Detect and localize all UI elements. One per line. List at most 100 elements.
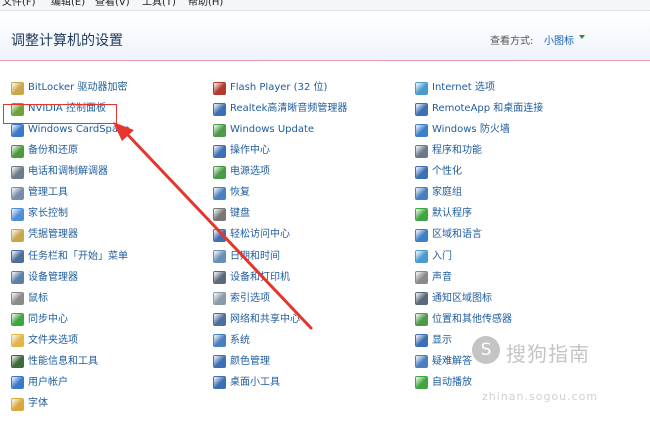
- menu-view[interactable]: 查看(V): [95, 0, 130, 10]
- fonts-icon: [11, 397, 24, 411]
- control-panel-item-label: 凭据管理器: [28, 229, 78, 241]
- control-panel-item[interactable]: 轻松访问中心: [213, 227, 290, 243]
- menu-file[interactable]: 文件(F): [2, 0, 36, 10]
- color-management-icon: [213, 355, 226, 369]
- control-panel-item[interactable]: BitLocker 驱动器加密: [11, 80, 127, 96]
- sogou-logo-icon: S: [472, 336, 500, 364]
- page-title: 调整计算机的设置: [11, 33, 123, 49]
- control-panel-item[interactable]: 声音: [415, 270, 452, 286]
- control-panel-item[interactable]: 备份和还原: [11, 143, 78, 159]
- menu-tools[interactable]: 工具(T): [142, 0, 176, 10]
- flash-player-icon: [213, 81, 226, 95]
- control-panel-item[interactable]: 管理工具: [11, 185, 68, 201]
- control-panel-item[interactable]: Internet 选项: [415, 80, 495, 96]
- troubleshooting-icon: [415, 355, 428, 369]
- realtek-audio-icon: [213, 102, 226, 116]
- control-panel-item[interactable]: 文件夹选项: [11, 333, 78, 349]
- action-center-icon: [213, 144, 226, 158]
- menu-edit[interactable]: 编辑(E): [51, 0, 85, 10]
- date-time-icon: [213, 250, 226, 264]
- view-by-dropdown[interactable]: 小图标: [544, 32, 574, 47]
- control-panel-item[interactable]: 颜色管理: [213, 354, 270, 370]
- control-panel-item-label: 入门: [432, 250, 452, 262]
- watermark: S 搜狗指南 zhinan.sogou.com: [472, 336, 642, 416]
- system-icon: [213, 334, 226, 348]
- control-panel-item[interactable]: 疑难解答: [415, 354, 472, 370]
- control-panel-item[interactable]: 个性化: [415, 164, 462, 180]
- control-panel-item[interactable]: Windows CardSpace: [11, 122, 130, 138]
- control-panel-item[interactable]: 程序和功能: [415, 143, 482, 159]
- control-panel-item[interactable]: 凭据管理器: [11, 227, 78, 243]
- programs-features-icon: [415, 144, 428, 158]
- chevron-down-icon[interactable]: [579, 35, 585, 39]
- control-panel-item[interactable]: 鼠标: [11, 291, 48, 307]
- control-panel-item[interactable]: 操作中心: [213, 143, 270, 159]
- header-divider: [0, 60, 650, 61]
- control-panel-item[interactable]: 显示: [415, 333, 452, 349]
- control-panel-item[interactable]: Realtek高清晰音频管理器: [213, 101, 347, 117]
- control-panel-item-label: 任务栏和「开始」菜单: [28, 250, 128, 262]
- control-panel-item-label: 电话和调制解调器: [28, 166, 108, 178]
- control-panel-item-label: 备份和还原: [28, 145, 78, 157]
- control-panel-item-label: 同步中心: [28, 313, 68, 325]
- control-panel-item[interactable]: 桌面小工具: [213, 375, 280, 391]
- parental-control-icon: [11, 207, 24, 221]
- control-panel-item[interactable]: 电话和调制解调器: [11, 164, 108, 180]
- control-panel-item[interactable]: 通知区域图标: [415, 291, 492, 307]
- control-panel-item[interactable]: 性能信息和工具: [11, 354, 98, 370]
- control-panel-item[interactable]: Windows Update: [213, 122, 314, 138]
- control-panel-item[interactable]: Windows 防火墙: [415, 122, 510, 138]
- control-panel-item[interactable]: 恢复: [213, 185, 250, 201]
- control-panel-item[interactable]: 家庭组: [415, 185, 462, 201]
- control-panel-item[interactable]: 字体: [11, 396, 48, 412]
- device-manager-icon: [11, 271, 24, 285]
- control-panel-item-label: 显示: [432, 334, 452, 346]
- control-panel-item[interactable]: 电源选项: [213, 164, 270, 180]
- control-panel-item[interactable]: 设备管理器: [11, 270, 78, 286]
- control-panel-item[interactable]: 默认程序: [415, 206, 472, 222]
- control-panel-item[interactable]: 区域和语言: [415, 227, 482, 243]
- control-panel-item-label: 键盘: [230, 208, 250, 220]
- control-panel-item[interactable]: 键盘: [213, 206, 250, 222]
- control-panel-item-label: 日期和时间: [230, 250, 280, 262]
- control-panel-item-label: Flash Player (32 位): [230, 82, 328, 93]
- performance-icon: [11, 355, 24, 369]
- homegroup-icon: [415, 186, 428, 200]
- control-panel-item-label: BitLocker 驱动器加密: [28, 82, 128, 93]
- control-panel-item-label: 索引选项: [230, 292, 270, 304]
- control-panel-item[interactable]: 入门: [415, 249, 452, 265]
- taskbar-icon: [11, 250, 24, 264]
- sync-center-icon: [11, 313, 24, 327]
- control-panel-item[interactable]: 家长控制: [11, 206, 68, 222]
- control-panel-item[interactable]: RemoteApp 和桌面连接: [415, 101, 543, 117]
- menu-help[interactable]: 帮助(H): [188, 0, 223, 10]
- control-panel-item[interactable]: 设备和打印机: [213, 270, 290, 286]
- control-panel-item[interactable]: 索引选项: [213, 291, 270, 307]
- control-panel-item-label: RemoteApp 和桌面连接: [432, 103, 544, 115]
- control-panel-item[interactable]: 用户帐户: [11, 375, 68, 391]
- notification-area-icon: [415, 292, 428, 306]
- internet-options-icon: [415, 81, 428, 95]
- control-panel-item[interactable]: 网络和共享中心: [213, 312, 300, 328]
- control-panel-item-label: 程序和功能: [432, 145, 482, 157]
- control-panel-item[interactable]: Flash Player (32 位): [213, 80, 327, 96]
- sound-icon: [415, 271, 428, 285]
- control-panel-item-label: 管理工具: [28, 187, 68, 199]
- watermark-text: 搜狗指南: [506, 342, 590, 366]
- phone-modem-icon: [11, 165, 24, 179]
- control-panel-item-label: 位置和其他传感器: [432, 313, 512, 325]
- control-panel-item[interactable]: 位置和其他传感器: [415, 312, 512, 328]
- region-language-icon: [415, 228, 428, 242]
- menu-bar: 文件(F) 编辑(E) 查看(V) 工具(T) 帮助(H): [0, 0, 650, 11]
- recovery-icon: [213, 186, 226, 200]
- keyboard-icon: [213, 207, 226, 221]
- getting-started-icon: [415, 250, 428, 264]
- control-panel-item[interactable]: 同步中心: [11, 312, 68, 328]
- control-panel-item[interactable]: 系统: [213, 333, 250, 349]
- windows-update-icon: [213, 123, 226, 137]
- control-panel-item[interactable]: 任务栏和「开始」菜单: [11, 249, 128, 265]
- control-panel-item-label: 自动播放: [432, 376, 472, 388]
- control-panel-item-label: 设备管理器: [28, 271, 78, 283]
- control-panel-item[interactable]: 日期和时间: [213, 249, 280, 265]
- control-panel-item[interactable]: 自动播放: [415, 375, 472, 391]
